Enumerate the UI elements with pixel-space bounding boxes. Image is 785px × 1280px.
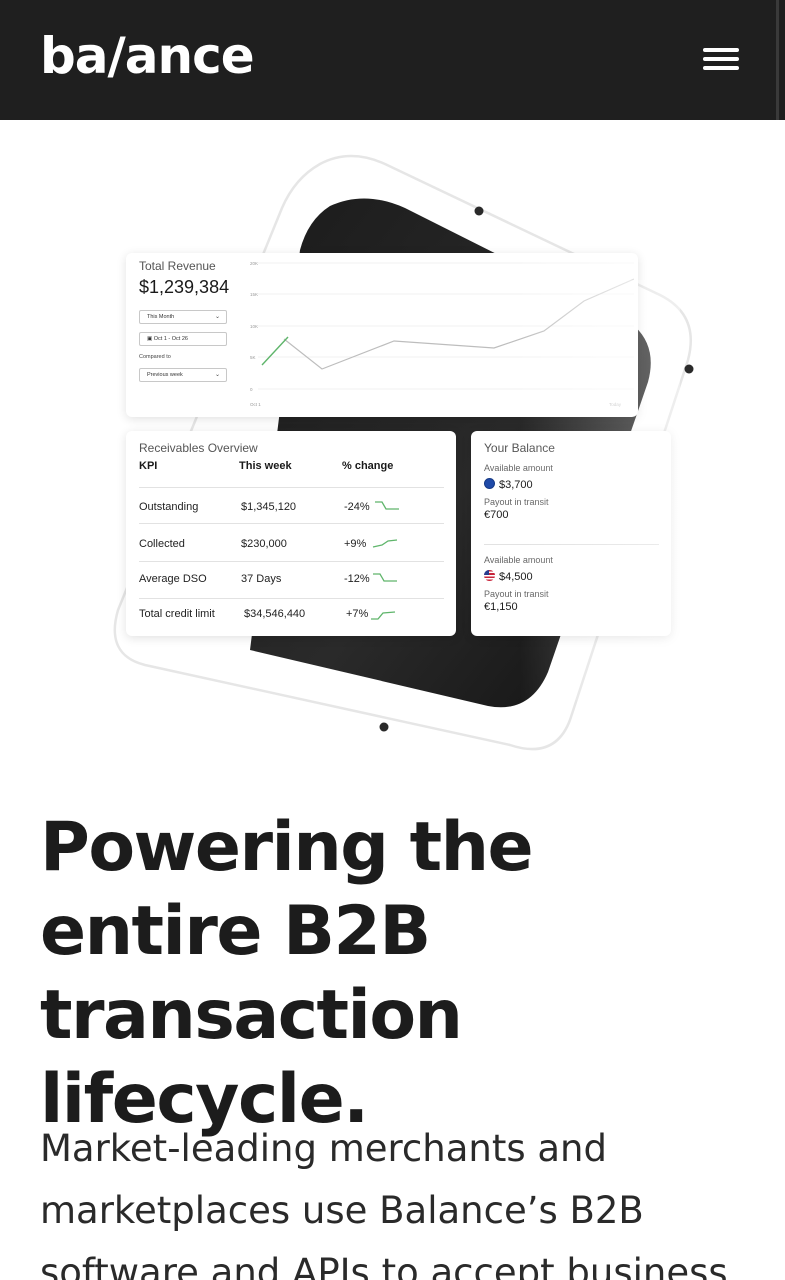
calendar-icon: ▣ — [147, 336, 153, 342]
kpi-value: $230,000 — [241, 538, 287, 550]
scrollbar[interactable] — [776, 0, 779, 120]
y-tick: 5K — [250, 355, 256, 360]
us-flag-icon — [484, 570, 495, 581]
balance-logo[interactable]: ba/ance — [40, 26, 255, 86]
menu-bar — [703, 66, 739, 70]
kpi-value: $34,546,440 — [244, 608, 306, 620]
kpi-change: +9% — [344, 538, 367, 550]
kpi-value: $1,345,120 — [241, 501, 297, 513]
outline-dot — [684, 364, 694, 374]
date-range-value: Oct 1 - Oct 26 — [153, 336, 188, 342]
row-divider — [139, 523, 444, 524]
revenue-series-green — [261, 336, 289, 366]
kpi-value: 37 Days — [241, 573, 282, 585]
kpi-label: Total credit limit — [139, 608, 215, 620]
revenue-amount: $1,239,384 — [139, 277, 230, 297]
trend-up-sparkline — [371, 611, 396, 620]
compare-select[interactable]: Previous week ⌄ — [139, 368, 227, 382]
row-divider — [139, 561, 444, 562]
payout-transit-value: €700 — [484, 509, 509, 521]
kpi-change: -12% — [344, 573, 370, 585]
period-select-value: This Month — [147, 314, 175, 320]
hero-illustration: Total Revenue $1,239,384 This Month ⌄ ▣ … — [0, 120, 785, 780]
kpi-label: Collected — [139, 538, 185, 550]
revenue-title: Total Revenue — [139, 259, 216, 273]
compare-select-value: Previous week — [147, 372, 183, 378]
row-divider — [139, 598, 444, 599]
kpi-change: +7% — [346, 608, 369, 620]
period-select[interactable]: This Month ⌄ — [139, 310, 227, 324]
x-tick: Oct 1 — [250, 402, 261, 407]
menu-bar — [703, 57, 739, 61]
y-tick: 15K — [250, 292, 258, 297]
menu-bar — [703, 48, 739, 52]
trend-down-sparkline — [373, 573, 397, 582]
y-tick: 20K — [250, 261, 258, 266]
site-header: ba/ance — [0, 0, 785, 120]
column-header-this-week: This week — [239, 460, 292, 472]
chevron-down-icon: ⌄ — [214, 314, 220, 320]
kpi-label: Outstanding — [139, 501, 199, 513]
trend-up-sparkline — [372, 539, 398, 548]
fade-overlay — [520, 280, 680, 700]
outline-dot — [474, 206, 484, 216]
kpi-change: -24% — [344, 501, 370, 513]
hero-headline: Powering the entire B2B transaction life… — [40, 808, 534, 1139]
outline-dot — [379, 722, 389, 732]
hero-subtext: Market-leading merchants and marketplace… — [40, 1127, 728, 1280]
trend-down-sparkline — [375, 501, 399, 510]
column-header-kpi: KPI — [139, 460, 158, 472]
chevron-down-icon: ⌄ — [214, 372, 220, 378]
receivables-overview-card: Receivables Overview KPI This week % cha… — [126, 431, 456, 636]
receivables-title: Receivables Overview — [139, 441, 258, 455]
hamburger-menu-icon[interactable] — [698, 42, 744, 78]
row-divider — [139, 487, 444, 488]
column-header-change: % change — [342, 460, 394, 472]
compared-label: Compared to — [139, 354, 171, 360]
payout-transit-value: €1,150 — [484, 601, 518, 613]
date-range-picker[interactable]: ▣ Oct 1 - Oct 26 — [139, 332, 227, 346]
kpi-label: Average DSO — [139, 573, 207, 585]
y-tick: 10K — [250, 324, 258, 329]
y-tick: 0 — [250, 387, 253, 392]
eu-flag-icon — [484, 478, 495, 489]
